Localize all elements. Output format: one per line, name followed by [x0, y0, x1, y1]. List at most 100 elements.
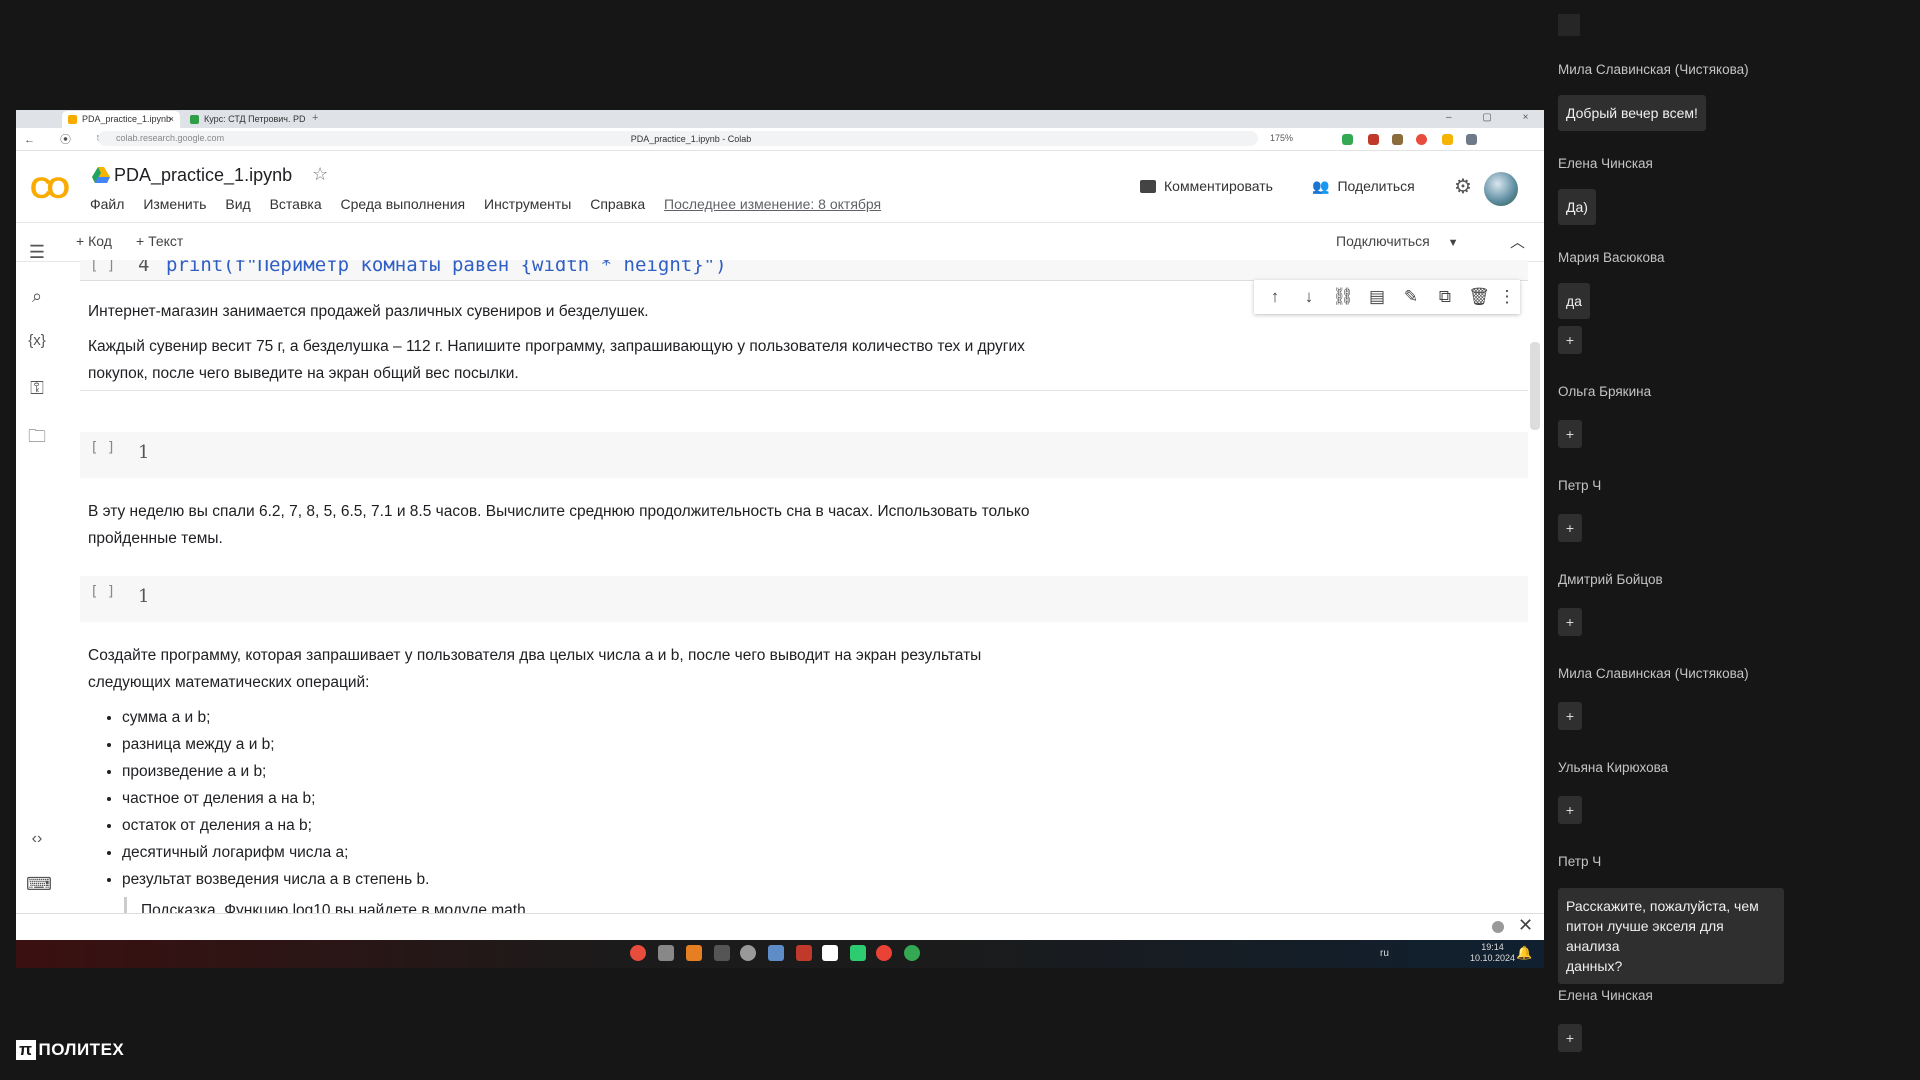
extension-icon[interactable] [1392, 134, 1403, 145]
chat-author: Елена Чинская [1558, 156, 1653, 171]
menu-insert[interactable]: Вставка [270, 196, 322, 212]
reaction-button[interactable]: + [1558, 420, 1582, 448]
app-icon[interactable] [630, 945, 646, 961]
connect-button[interactable]: Подключиться ▼ [1336, 233, 1459, 249]
notebook-filename[interactable]: PDA_practice_1.ipynb [114, 165, 292, 186]
list-item: остаток от деления a на b; [122, 812, 981, 839]
notification-bell-icon[interactable]: 🔔 [1516, 945, 1532, 961]
share-button[interactable]: 👥 Поделиться [1312, 178, 1415, 195]
folder-icon[interactable]: 🗀 [26, 424, 48, 454]
divider [80, 390, 1528, 391]
new-tab-icon[interactable]: + [312, 112, 318, 124]
comment-button[interactable]: Комментировать [1140, 178, 1273, 194]
add-code-button[interactable]: + Код [76, 233, 112, 249]
move-up-icon[interactable]: ↑ [1264, 287, 1286, 307]
star-icon[interactable]: ☆ [312, 164, 328, 185]
menu-help[interactable]: Справка [590, 196, 645, 212]
extension-icon[interactable] [1368, 134, 1379, 145]
filter-extension-icon[interactable] [1466, 134, 1477, 145]
variables-icon[interactable]: {x} [26, 332, 48, 349]
code-line[interactable]: print(f"Периметр комнаты равен {width * … [166, 260, 727, 276]
add-text-button[interactable]: + Текст [136, 233, 183, 249]
zoom-level[interactable]: 175% [1270, 133, 1293, 143]
close-icon[interactable]: ✕ [1518, 915, 1533, 936]
app-icon[interactable] [850, 945, 866, 961]
window-controls[interactable]: ‒ ▢ × [1446, 112, 1542, 123]
delete-icon[interactable]: 🗑 [1468, 287, 1490, 307]
chat-author: Петр Ч [1558, 478, 1602, 493]
app-icon[interactable] [768, 945, 784, 961]
language-indicator[interactable]: ru [1380, 948, 1389, 959]
menu-runtime[interactable]: Среда выполнения [341, 196, 466, 212]
scrollbar-thumb[interactable] [1530, 342, 1540, 430]
list-item: результат возведения числа a в степень b… [122, 866, 981, 893]
app-icon[interactable] [740, 945, 756, 961]
reaction-button[interactable]: + [1558, 1024, 1582, 1052]
reaction-button[interactable]: + [1558, 608, 1582, 636]
search-icon[interactable]: ⌕ [26, 286, 48, 307]
chat-author: Елена Чинская [1558, 988, 1653, 1003]
course-favicon-icon [190, 115, 199, 124]
edit-icon[interactable]: ✎ [1400, 287, 1422, 307]
tab-course[interactable]: Курс: СТД Петрович. PD [184, 111, 306, 128]
app-icon[interactable] [796, 945, 812, 961]
bottom-status-bar: ✕ [16, 913, 1544, 940]
terminal-icon[interactable] [714, 945, 730, 961]
run-cell-bracket[interactable]: [ ] [90, 260, 115, 274]
mirror-cell-icon[interactable]: ⧉ [1434, 287, 1456, 307]
politech-logo: π ПОЛИТЕХ [16, 1040, 124, 1060]
reaction-button[interactable]: + [1558, 796, 1582, 824]
key-icon[interactable]: ⚿ [26, 378, 48, 399]
last-change-link[interactable]: Последнее изменение: 8 октября [664, 196, 881, 212]
more-icon[interactable]: ⋮ [1496, 287, 1518, 307]
chat-author: Ольга Брякина [1558, 384, 1652, 399]
code-cell[interactable]: [ ] 1 [80, 576, 1528, 622]
list-item: десятичный логарифм числа a; [122, 839, 981, 866]
chrome-icon[interactable] [876, 945, 892, 961]
reaction-button[interactable]: + [1558, 702, 1582, 730]
link-icon[interactable]: ⛓ [1332, 287, 1354, 307]
chevron-down-icon[interactable]: ▼ [1448, 237, 1459, 249]
extension-icon[interactable] [1416, 134, 1427, 145]
menu-file[interactable]: Файл [90, 196, 124, 212]
shield-extension-icon[interactable] [1342, 134, 1353, 145]
yandex-icon[interactable] [822, 945, 838, 961]
chat-author: Мила Славинская (Чистякова) [1558, 666, 1749, 681]
chat-author: Мария Васюкова [1558, 250, 1665, 265]
comment-icon[interactable]: ▤ [1366, 287, 1388, 307]
text-cell[interactable]: Создайте программу, которая запрашивает … [88, 642, 981, 913]
table-of-contents-icon[interactable]: ☰ [26, 242, 48, 263]
folder-extension-icon[interactable] [1442, 134, 1453, 145]
reaction-button[interactable]: + [1558, 326, 1582, 354]
text-cell[interactable]: Интернет-магазин занимается продажей раз… [88, 298, 1025, 387]
move-down-icon[interactable]: ↓ [1298, 287, 1320, 307]
code-cell[interactable]: [ ] 4 print(f"Периметр комнаты равен {wi… [80, 260, 1528, 280]
notebook-area: [ ] 4 print(f"Периметр комнаты равен {wi… [80, 260, 1528, 913]
clock[interactable]: 19:14 10.10.2024 [1470, 942, 1515, 964]
files-icon[interactable] [658, 945, 674, 961]
menu-view[interactable]: Вид [225, 196, 250, 212]
chat-placeholder [1558, 14, 1580, 36]
run-cell-bracket[interactable]: [ ] [90, 584, 115, 600]
app-icon[interactable] [686, 945, 702, 961]
menu-tools[interactable]: Инструменты [484, 196, 571, 212]
chrome-icon[interactable] [904, 945, 920, 961]
menu-edit[interactable]: Изменить [143, 196, 206, 212]
tab-colab[interactable]: PDA_practice_1.ipynb × [62, 111, 180, 128]
avatar[interactable] [1484, 172, 1518, 206]
reaction-button[interactable]: + [1558, 514, 1582, 542]
gear-icon[interactable]: ⚙ [1454, 174, 1472, 199]
text-cell[interactable]: В эту неделю вы спали 6.2, 7, 8, 5, 6.5,… [88, 498, 1029, 552]
run-cell-bracket[interactable]: [ ] [90, 440, 115, 456]
chat-author: Петр Ч [1558, 854, 1602, 869]
paragraph: пройденные темы. [88, 530, 223, 547]
close-tab-icon[interactable]: × [169, 111, 174, 128]
line-number: 1 [138, 442, 150, 463]
page-title: PDA_practice_1.ipynb - Colab [630, 134, 752, 144]
code-cell[interactable]: [ ] 1 [80, 432, 1528, 478]
terminal-icon[interactable]: ⌨ [26, 874, 52, 895]
code-snippets-icon[interactable]: ‹› [26, 830, 48, 848]
colab-logo[interactable]: CO [30, 172, 70, 206]
list-item: разница между a и b; [122, 731, 981, 758]
chevron-up-icon[interactable]: ︿ [1510, 231, 1525, 252]
